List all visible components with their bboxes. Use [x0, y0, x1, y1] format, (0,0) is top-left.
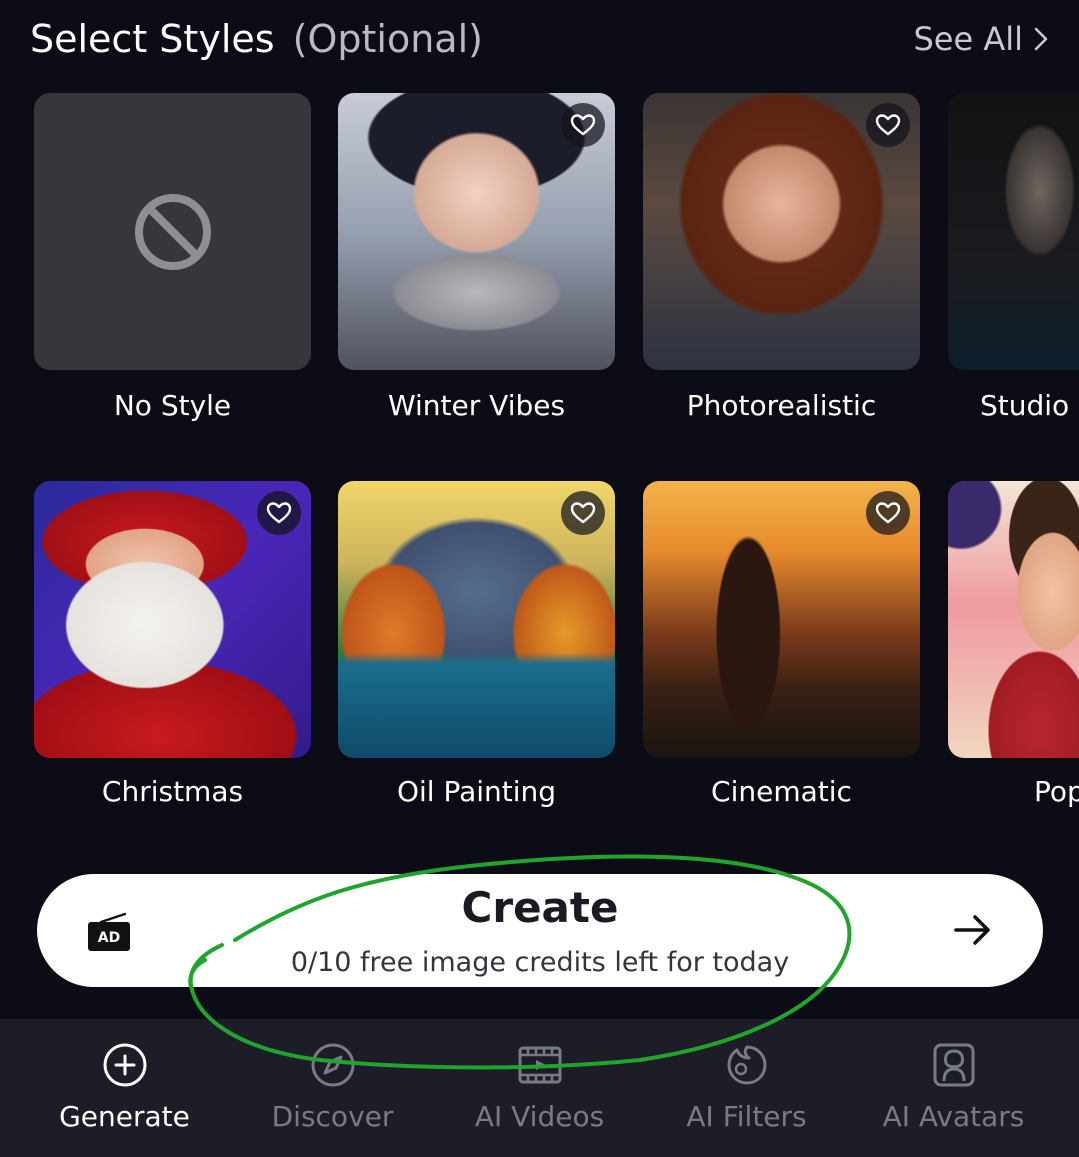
style-thumbnail: [34, 93, 311, 370]
nav-label: AI Filters: [686, 1100, 807, 1133]
style-thumbnail: [34, 481, 311, 758]
heart-icon: [570, 114, 596, 136]
bottom-navigation: Generate Discover AI Videos AI Filters A…: [0, 1019, 1079, 1157]
style-card-photorealistic[interactable]: Photorealistic: [643, 93, 920, 422]
style-label: Photorealistic: [686, 389, 877, 422]
section-title-text: Select Styles: [30, 17, 275, 61]
nav-label: Generate: [59, 1100, 190, 1133]
optional-hint: (Optional): [292, 17, 483, 61]
nav-ai-avatars[interactable]: AI Avatars: [850, 1019, 1057, 1157]
style-card-studio[interactable]: Studio: [948, 93, 1079, 422]
chevron-right-icon: [1034, 27, 1048, 51]
style-card-pop[interactable]: Pop: [948, 481, 1079, 808]
style-thumbnail: [948, 93, 1079, 370]
arrow-right-icon: [953, 912, 993, 948]
style-card-christmas[interactable]: Christmas: [34, 481, 311, 808]
style-label: Pop: [1034, 775, 1079, 808]
style-thumbnail: [643, 93, 920, 370]
style-label: Cinematic: [711, 775, 852, 808]
nav-discover[interactable]: Discover: [229, 1019, 436, 1157]
film-icon: [516, 1041, 564, 1089]
avatar-icon: [930, 1041, 978, 1089]
style-card-cinematic[interactable]: Cinematic: [643, 481, 920, 808]
style-label: Oil Painting: [396, 775, 557, 808]
favorite-button[interactable]: [866, 491, 910, 535]
style-thumbnail: [948, 481, 1079, 758]
credits-remaining-text: 0/10 free image credits left for today: [290, 947, 790, 978]
see-all-link[interactable]: See All: [913, 14, 1049, 64]
filter-face-icon: [723, 1041, 771, 1089]
create-button[interactable]: AD Create 0/10 free image credits left f…: [37, 874, 1043, 987]
style-label: Christmas: [101, 775, 244, 808]
nav-label: AI Videos: [474, 1100, 605, 1133]
nav-label: Discover: [271, 1100, 394, 1133]
style-card-oil-painting[interactable]: Oil Painting: [338, 481, 615, 808]
heart-icon: [570, 502, 596, 524]
nav-label: AI Avatars: [882, 1100, 1025, 1133]
nav-generate[interactable]: Generate: [21, 1019, 228, 1157]
favorite-button[interactable]: [257, 491, 301, 535]
style-thumbnail: [643, 481, 920, 758]
style-label: Winter Vibes: [387, 389, 566, 422]
no-style-icon: [134, 193, 211, 270]
style-card-winter-vibes[interactable]: Winter Vibes: [338, 93, 615, 422]
compass-icon: [309, 1041, 357, 1089]
style-label: No Style: [113, 389, 232, 422]
style-selection-screen: Select Styles (Optional) See All No Styl…: [0, 0, 1079, 1157]
styles-header: Select Styles (Optional) See All: [30, 14, 1049, 66]
style-label: Studio: [980, 389, 1070, 422]
see-all-label: See All: [913, 20, 1023, 58]
style-thumbnail: [338, 93, 615, 370]
favorite-button[interactable]: [561, 491, 605, 535]
style-card-no-style[interactable]: No Style: [34, 93, 311, 422]
section-title: Select Styles (Optional): [30, 14, 483, 64]
heart-icon: [266, 502, 292, 524]
create-title: Create: [461, 883, 619, 932]
heart-icon: [875, 114, 901, 136]
heart-icon: [875, 502, 901, 524]
nav-ai-filters[interactable]: AI Filters: [643, 1019, 850, 1157]
favorite-button[interactable]: [561, 103, 605, 147]
plus-circle-icon: [101, 1041, 149, 1089]
nav-ai-videos[interactable]: AI Videos: [436, 1019, 643, 1157]
style-thumbnail: [338, 481, 615, 758]
favorite-button[interactable]: [866, 103, 910, 147]
